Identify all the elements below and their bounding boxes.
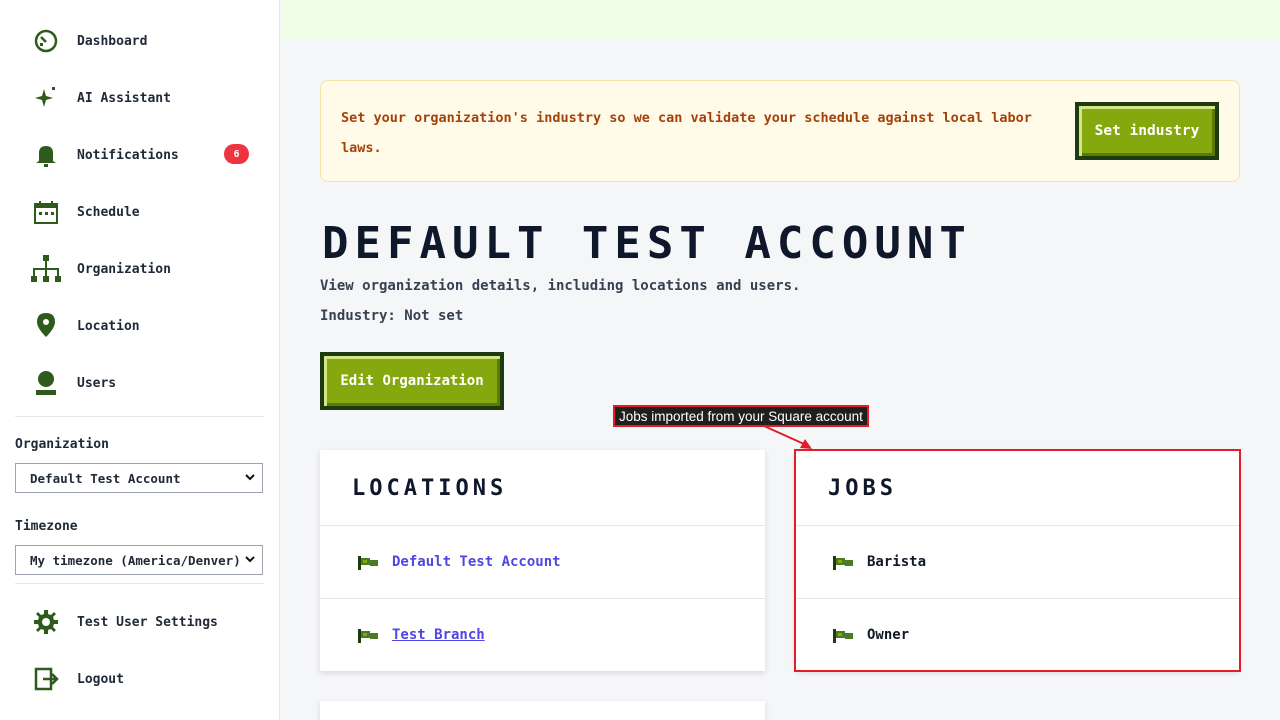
location-link[interactable]: Test Branch [392, 627, 485, 643]
flag-icon [358, 555, 378, 570]
list-item[interactable]: Test Branch [320, 598, 765, 671]
sidebar-item-settings[interactable]: Test User Settings [30, 606, 260, 638]
sidebar-item-schedule[interactable]: Schedule [30, 196, 260, 228]
page-description: View organization details, including loc… [320, 278, 801, 294]
sidebar-item-organization[interactable]: Organization [30, 253, 260, 285]
locations-title: LOCATIONS [352, 476, 508, 501]
organization-select-value: Default Test Account [30, 470, 181, 486]
timezone-label: Timezone [15, 519, 78, 534]
sidebar-item-label: Test User Settings [77, 614, 218, 630]
sparkle-icon [30, 82, 62, 114]
set-industry-button[interactable]: Set industry [1075, 102, 1219, 160]
sidebar-divider [15, 416, 264, 417]
organization-select[interactable]: Default Test Account [15, 463, 263, 493]
locations-card: LOCATIONS Default Test Account Test Bran… [320, 450, 765, 671]
sidebar-item-label: Schedule [77, 204, 140, 220]
flag-icon [358, 628, 378, 643]
sidebar-item-dashboard[interactable]: Dashboard [30, 25, 260, 57]
map-pin-icon [30, 310, 62, 342]
organization-label: Organization [15, 437, 109, 452]
sidebar-item-notifications[interactable]: Notifications 6 [30, 139, 260, 171]
dashboard-icon [30, 25, 62, 57]
top-banner-strip [281, 0, 1280, 40]
logout-icon [30, 663, 62, 695]
location-link[interactable]: Default Test Account [392, 554, 561, 570]
sidebar-item-label: AI Assistant [77, 90, 171, 106]
page-title: DEFAULT TEST ACCOUNT [322, 218, 972, 269]
notification-count-badge: 6 [224, 144, 249, 164]
sidebar-divider [15, 583, 264, 584]
sidebar-item-label: Organization [77, 261, 171, 277]
timezone-select-value: My timezone (America/Denver) [30, 552, 241, 568]
sidebar-item-label: Logout [77, 671, 124, 687]
gear-icon [30, 606, 62, 638]
annotation-arrow-icon [763, 425, 812, 449]
sidebar-item-location[interactable]: Location [30, 310, 260, 342]
annotation-highlight-box [794, 449, 1241, 672]
chevron-down-icon [244, 553, 256, 568]
org-chart-icon [30, 253, 62, 285]
next-card-partial [320, 701, 765, 720]
sidebar-item-label: Notifications [77, 147, 179, 163]
sidebar-item-logout[interactable]: Logout [30, 663, 260, 695]
user-icon [30, 367, 62, 399]
sidebar-item-label: Location [77, 318, 140, 334]
sidebar-item-ai-assistant[interactable]: AI Assistant [30, 82, 260, 114]
sidebar-item-label: Users [77, 375, 117, 391]
annotation-label: Jobs imported from your Square account [613, 405, 869, 427]
industry-alert: Set your organization's industry so we c… [320, 80, 1240, 182]
industry-status: Industry: Not set [320, 308, 464, 324]
sidebar: Dashboard AI Assistant Notifications 6 S… [0, 0, 280, 720]
industry-alert-text: Set your organization's industry so we c… [341, 110, 1032, 156]
edit-organization-button[interactable]: Edit Organization [320, 352, 504, 410]
list-item[interactable]: Default Test Account [320, 525, 765, 598]
sidebar-item-label: Dashboard [77, 33, 148, 49]
sidebar-item-users[interactable]: Users [30, 367, 260, 399]
calendar-icon [30, 196, 62, 228]
bell-icon [30, 139, 62, 171]
chevron-down-icon [244, 471, 256, 486]
timezone-select[interactable]: My timezone (America/Denver) [15, 545, 263, 575]
